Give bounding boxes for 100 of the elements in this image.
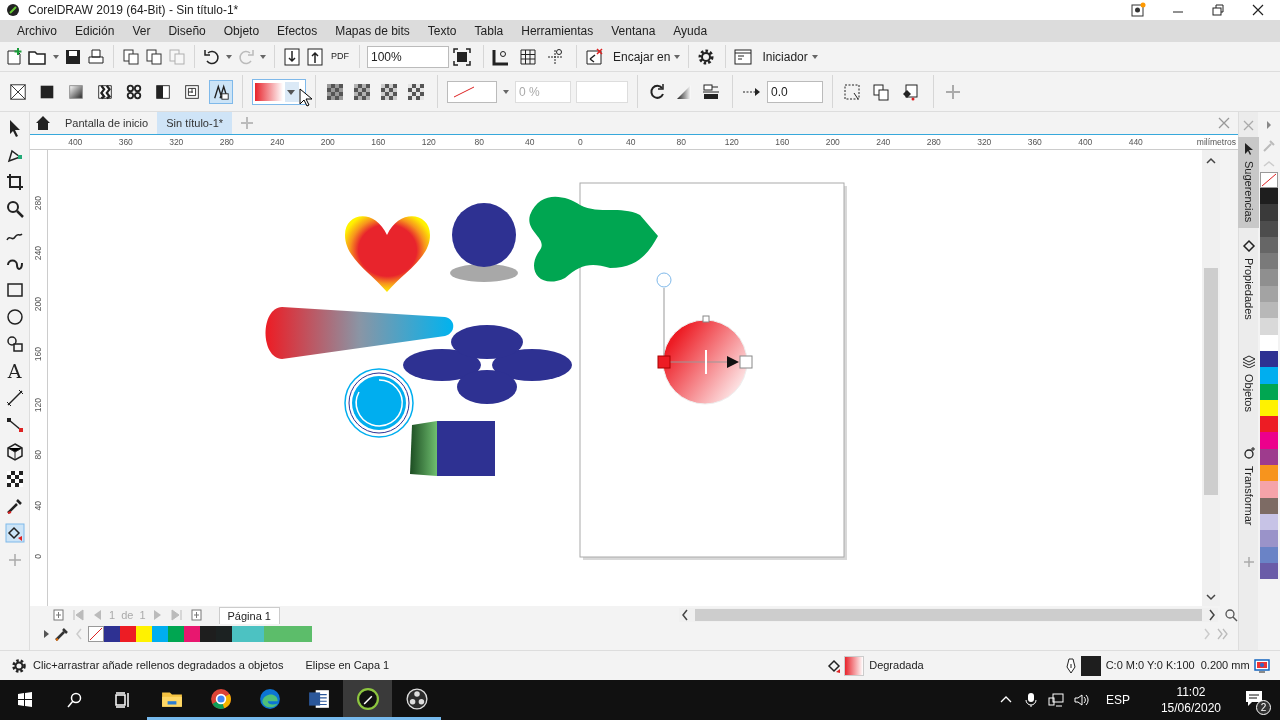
publish-pdf-button[interactable]: PDF xyxy=(328,52,352,61)
clock-date[interactable]: 15/06/2020 xyxy=(1160,700,1221,716)
scroll-right-icon[interactable] xyxy=(1206,608,1218,622)
color-swatch[interactable] xyxy=(1260,367,1278,384)
crop-tool-icon[interactable] xyxy=(4,172,25,192)
fill-icon[interactable] xyxy=(1241,238,1256,253)
eyedropper-icon[interactable] xyxy=(54,626,70,642)
windows-start-icon[interactable] xyxy=(16,692,33,708)
color-swatch[interactable] xyxy=(264,626,280,642)
ellipse-tool-icon[interactable] xyxy=(4,307,25,327)
menu-item[interactable]: Texto xyxy=(418,20,466,42)
color-swatch[interactable] xyxy=(1260,302,1278,319)
offset-field[interactable]: 0.0 xyxy=(767,80,823,103)
menu-item[interactable]: Mapas de bits xyxy=(326,20,419,42)
menu-item[interactable]: Herramientas xyxy=(512,20,603,42)
menu-item[interactable]: Ayuda xyxy=(664,20,717,42)
menu-item[interactable]: Diseño xyxy=(159,20,215,42)
menu-item[interactable]: Ventana xyxy=(602,20,665,42)
scrollbar-thumb[interactable] xyxy=(694,609,1202,621)
menu-item[interactable]: Archivo xyxy=(8,20,66,42)
settings-icon[interactable] xyxy=(10,656,28,675)
color-swatch[interactable] xyxy=(200,626,216,642)
no-color-swatch-icon[interactable] xyxy=(1260,172,1278,188)
snap-icon[interactable] xyxy=(584,46,604,67)
input-field[interactable] xyxy=(576,80,628,103)
color-swatch[interactable] xyxy=(104,626,120,642)
interactive-fill-icon[interactable] xyxy=(4,523,25,543)
color-swatch[interactable] xyxy=(232,626,248,642)
notifications-icon[interactable] xyxy=(1244,689,1264,709)
export-icon[interactable] xyxy=(305,46,325,67)
color-swatch[interactable] xyxy=(1260,204,1278,221)
rotate-icon[interactable] xyxy=(1241,445,1256,460)
zoom-icon[interactable] xyxy=(1224,608,1238,622)
restore-icon[interactable] xyxy=(1210,2,1226,18)
menu-item[interactable]: Objeto xyxy=(214,20,269,42)
taskbar-app[interactable] xyxy=(343,680,392,720)
color-swatch[interactable] xyxy=(1260,465,1278,482)
text-tool-button[interactable]: A xyxy=(7,361,22,381)
document-tab[interactable]: Sin título-1* xyxy=(157,112,233,134)
launcher-dropdown[interactable]: Iniciador xyxy=(758,47,808,66)
connector-tool-icon[interactable] xyxy=(4,415,25,435)
color-swatch[interactable] xyxy=(1260,530,1278,547)
color-swatch[interactable] xyxy=(168,626,184,642)
input-language[interactable]: ESP xyxy=(1105,691,1130,709)
task-view-icon[interactable] xyxy=(114,692,131,708)
new-document-icon[interactable] xyxy=(4,46,24,67)
color-swatch[interactable] xyxy=(1260,253,1278,270)
page-tab[interactable]: Página 1 xyxy=(218,606,280,624)
add-page-icon[interactable] xyxy=(189,608,203,622)
menu-item[interactable]: Ver xyxy=(123,20,160,42)
color-swatch[interactable] xyxy=(120,626,136,642)
color-swatch[interactable] xyxy=(1260,481,1278,498)
volume-icon[interactable] xyxy=(1072,692,1089,708)
color-proof-icon[interactable] xyxy=(1254,657,1270,674)
expand-arrow-icon[interactable] xyxy=(1264,120,1274,130)
rectangle-tool-icon[interactable] xyxy=(4,280,25,300)
scrollbar-thumb[interactable] xyxy=(1204,268,1218,495)
gradient-handles[interactable] xyxy=(656,272,753,375)
print-icon[interactable] xyxy=(86,46,106,67)
menu-item[interactable]: Efectos xyxy=(268,20,327,42)
color-swatch[interactable] xyxy=(136,626,152,642)
color-swatch[interactable] xyxy=(1260,188,1278,205)
document-stack-icon[interactable] xyxy=(121,46,141,67)
menu-item[interactable]: Edición xyxy=(66,20,124,42)
add-page-icon[interactable] xyxy=(52,608,65,622)
color-swatch[interactable] xyxy=(1260,269,1278,286)
docker-tab[interactable]: Transformar xyxy=(1238,459,1259,532)
postscript-fill-icon[interactable] xyxy=(209,79,233,104)
layers-icon[interactable] xyxy=(1241,353,1256,368)
shapes-tool-icon[interactable] xyxy=(4,334,25,354)
color-swatch[interactable] xyxy=(296,626,312,642)
docker-tab[interactable]: Objetos xyxy=(1238,367,1259,418)
color-swatch[interactable] xyxy=(1260,416,1278,433)
snap-to-dropdown[interactable]: Encajar en xyxy=(607,47,671,66)
color-swatch[interactable] xyxy=(216,626,232,642)
docker-tab[interactable]: Propiedades xyxy=(1238,252,1259,326)
home-icon[interactable] xyxy=(34,114,52,132)
color-swatch[interactable] xyxy=(152,626,168,642)
microphone-icon[interactable] xyxy=(1022,692,1039,708)
clock-time[interactable]: 11:02 xyxy=(1176,684,1206,700)
checker-pattern-icon[interactable] xyxy=(4,469,25,489)
close-icon[interactable] xyxy=(1250,2,1266,18)
no-color-swatch-icon[interactable] xyxy=(88,626,104,642)
document-tab[interactable]: Pantalla de inicio xyxy=(56,112,158,134)
import-icon[interactable] xyxy=(282,46,302,67)
color-swatch[interactable] xyxy=(1260,318,1278,335)
color-swatch[interactable] xyxy=(184,626,200,642)
network-icon[interactable] xyxy=(1047,692,1064,708)
parallel-dimension-icon[interactable] xyxy=(4,388,25,408)
cube-icon[interactable] xyxy=(4,442,25,462)
expand-arrow-icon[interactable] xyxy=(42,628,50,640)
color-swatch[interactable] xyxy=(1260,432,1278,449)
document-stack-icon[interactable] xyxy=(144,46,164,67)
account-icon[interactable] xyxy=(1130,2,1146,18)
search-icon[interactable] xyxy=(65,692,82,708)
ruler-label: 40 xyxy=(32,500,45,511)
menu-item[interactable]: Tabla xyxy=(465,20,513,42)
color-swatch[interactable] xyxy=(248,626,264,642)
zoom-icon[interactable] xyxy=(4,199,25,219)
zoom-level-dropdown[interactable]: 100% xyxy=(367,45,449,68)
